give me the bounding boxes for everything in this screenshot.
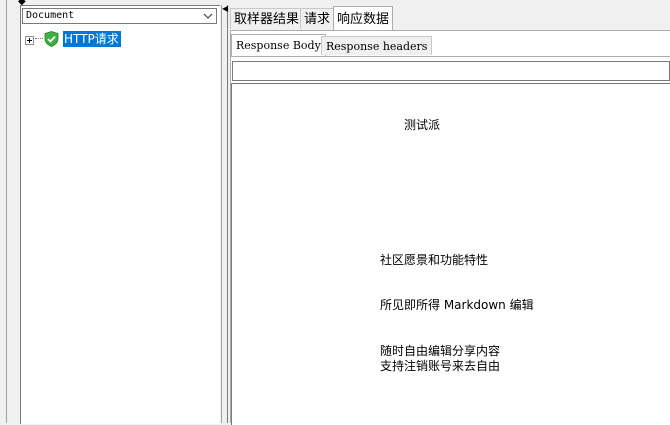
tree-item-label: HTTP请求: [63, 31, 121, 47]
response-title: 测试派: [404, 118, 441, 132]
splitter-line: [221, 5, 222, 423]
subtab-response-headers[interactable]: Response headers: [321, 36, 433, 55]
result-detail-pane: 取样器结果 请求 响应数据 Response Body Response hea…: [230, 5, 670, 425]
response-body-panel: 测试派 社区愿景和功能特性 所见即所得 Markdown 编辑 随时自由编辑分享…: [231, 56, 670, 425]
collapse-arrow-icon[interactable]: ◀: [222, 5, 228, 13]
splitter-line: [227, 5, 228, 423]
tab-response-data[interactable]: 响应数据: [333, 6, 394, 31]
tab-sampler-result[interactable]: 取样器结果: [230, 8, 304, 29]
subtab-response-body[interactable]: Response Body: [231, 34, 326, 56]
response-line: 社区愿景和功能特性: [380, 253, 489, 267]
expand-icon[interactable]: [25, 34, 34, 45]
left-margin-divider: [6, 0, 7, 423]
response-body-view[interactable]: 测试派 社区愿景和功能特性 所见即所得 Markdown 编辑 随时自由编辑分享…: [231, 83, 670, 425]
view-type-dropdown[interactable]: Document: [22, 8, 217, 24]
pane-splitter[interactable]: ◀: [220, 5, 230, 423]
search-input[interactable]: [232, 61, 670, 81]
shield-check-icon: [44, 31, 59, 47]
chevron-down-icon[interactable]: [200, 9, 216, 23]
tree-connector: [35, 38, 43, 40]
response-line: 所见即所得 Markdown 编辑: [380, 298, 534, 312]
result-tabs: 取样器结果 请求 响应数据: [230, 6, 670, 31]
response-line: 随时自由编辑分享内容: [380, 344, 501, 358]
response-line: 支持注销账号来去自由: [380, 359, 501, 373]
left-margin: [0, 0, 20, 423]
response-subtabs: Response Body Response headers: [231, 34, 670, 56]
tab-request[interactable]: 请求: [300, 8, 335, 29]
result-tree-pane: Document HTTP请求: [20, 5, 221, 424]
response-data-panel: Response Body Response headers 测试派 社区愿景和…: [230, 30, 670, 425]
view-type-value: Document: [26, 10, 75, 21]
